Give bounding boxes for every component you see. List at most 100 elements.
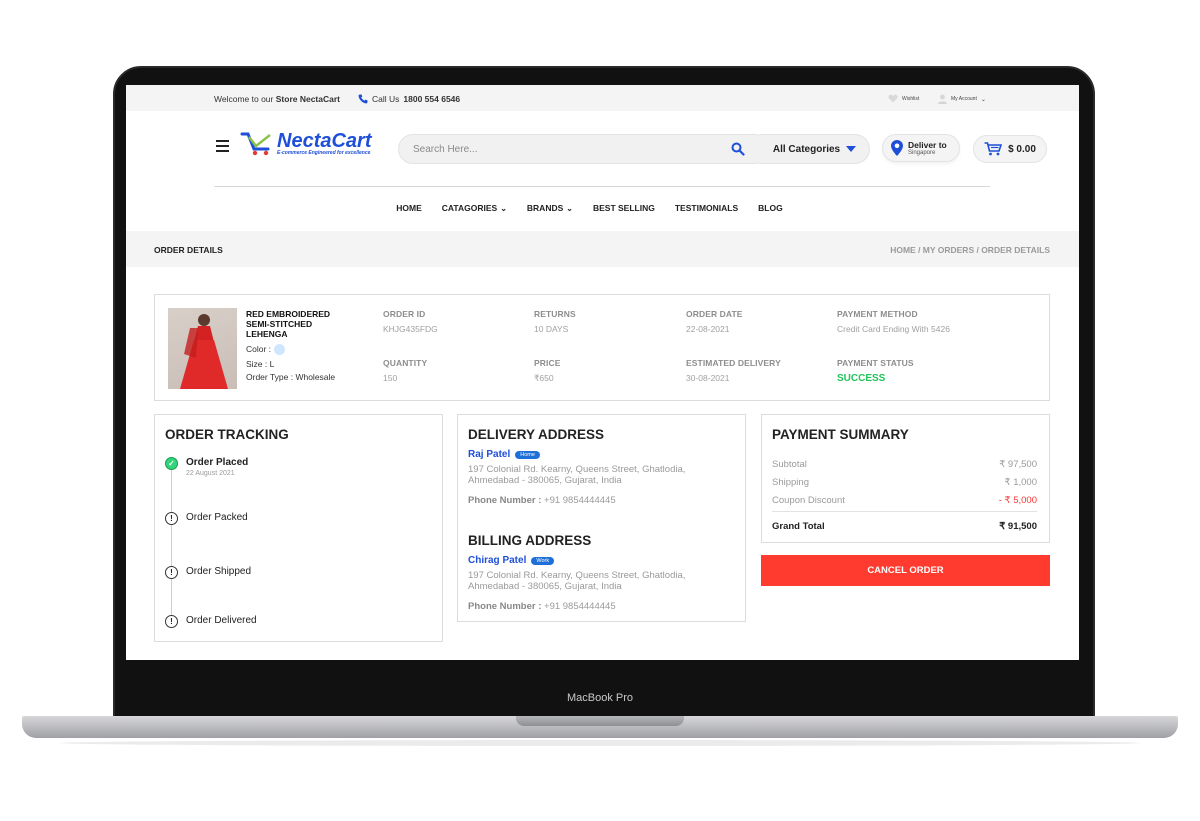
welcome-store: Store NectaCart [275, 94, 340, 104]
wishlist-link[interactable]: Wishlist [888, 94, 919, 103]
cart-logo-icon [240, 132, 271, 156]
field-order-id: ORDER ID KHJG435FDG [383, 309, 438, 334]
heart-icon [888, 94, 898, 103]
field-payment-method: PAYMENT METHOD Credit Card Ending With 54… [837, 309, 950, 334]
step-label: Order Shipped [186, 566, 252, 577]
brand-name: NectaCart [277, 130, 372, 152]
field-value: Credit Card Ending With 5426 [837, 324, 950, 334]
field-returns: RETURNS 10 DAYS [534, 309, 576, 334]
search-icon[interactable] [731, 142, 745, 156]
billing-name-text: Chirag Patel [468, 555, 527, 566]
delivery-phone: Phone Number : +91 9854444445 [468, 495, 616, 506]
cart-total: $ 0.00 [1008, 143, 1036, 155]
payment-summary-title: PAYMENT SUMMARY [772, 427, 909, 442]
field-label: PAYMENT METHOD [837, 309, 918, 319]
field-estimated-delivery: ESTIMATED DELIVERY 30-08-2021 [686, 358, 781, 383]
header: NectaCart E-commerce Engineered for exce… [126, 111, 1079, 187]
billing-address-title: BILLING ADDRESS [468, 533, 592, 548]
cart-button[interactable]: $ 0.00 [973, 135, 1047, 163]
payment-status-badge: SUCCESS [837, 373, 886, 384]
call-phone: 1800 554 6546 [403, 94, 461, 104]
product-image[interactable] [168, 308, 237, 389]
home-badge: Home [515, 450, 540, 459]
order-tracking-card: ORDER TRACKING ✓ Order Placed 22 August 2… [154, 414, 443, 642]
total-divider [772, 511, 1037, 512]
deliver-to-button[interactable]: Deliver to Singapore [882, 134, 960, 162]
cart-icon [984, 142, 1003, 156]
search-input[interactable]: Search Here... [413, 144, 477, 155]
field-label: RETURNS [534, 309, 576, 319]
tracking-line [171, 467, 172, 627]
pending-circle-icon: ! [165, 566, 178, 579]
field-value: 10 DAYS [534, 324, 569, 334]
deliver-location: Singapore [908, 150, 936, 156]
billing-name: Chirag Patel Work [468, 555, 555, 566]
step-date: 22 August 2021 [186, 470, 235, 477]
grand-total-row: Grand Total ₹ 91,500 [772, 521, 1037, 532]
nav-testimonials[interactable]: TESTIMONIALS [675, 203, 738, 213]
field-value: 30-08-2021 [686, 373, 730, 383]
product-name[interactable]: RED EMBROIDERED SEMI-STITCHED LEHENGA [246, 309, 356, 339]
lehenga-figure-icon [180, 314, 228, 389]
row-label: Coupon Discount [772, 495, 845, 506]
step-label: Order Delivered [186, 615, 257, 626]
pending-circle-icon: ! [165, 615, 178, 628]
tracking-step-shipped: ! Order Shipped [165, 566, 251, 579]
coupon-row: Coupon Discount - ₹ 5,000 [772, 495, 1037, 506]
field-label: ORDER ID [383, 309, 426, 319]
menu-icon[interactable] [216, 140, 229, 152]
color-swatch [274, 344, 286, 356]
nav-categories[interactable]: CATAGORIES ⌄ [442, 203, 507, 213]
deliver-title: Deliver to [908, 140, 947, 150]
brand-logo[interactable]: NectaCart E-commerce Engineered for exce… [240, 131, 371, 157]
field-label: PRICE [534, 358, 561, 368]
header-divider [214, 186, 990, 187]
shipping-row: Shipping ₹ 1,000 [772, 477, 1037, 488]
screen: Welcome to our Store NectaCart Call Us 1… [126, 85, 1079, 660]
row-value: ₹ 1,000 [1004, 477, 1037, 488]
field-label: ORDER DATE [686, 309, 743, 319]
page-title: ORDER DETAILS [154, 245, 223, 255]
nav-brands[interactable]: BRANDS ⌄ [527, 203, 573, 213]
location-pin-icon [891, 140, 903, 156]
product-summary-card: RED EMBROIDERED SEMI-STITCHED LEHENGA Co… [154, 294, 1050, 401]
wishlist-label: Wishlist [902, 95, 920, 102]
nav-blog[interactable]: BLOG [758, 203, 783, 213]
search-bar[interactable]: Search Here... [398, 134, 770, 164]
field-label: PAYMENT STATUS [837, 358, 914, 368]
delivery-address-lines: 197 Colonial Rd. Kearny, Queens Street, … [468, 464, 686, 486]
order-tracking-title: ORDER TRACKING [165, 427, 289, 442]
my-account-link[interactable]: My Account ⌄ [938, 94, 986, 104]
billing-address-lines: 197 Colonial Rd. Kearny, Queens Street, … [468, 570, 686, 592]
check-circle-icon: ✓ [165, 457, 178, 470]
tracking-step-placed: ✓ Order Placed 22 August 2021 [165, 457, 248, 477]
breadcrumb[interactable]: HOME / MY ORDERS / ORDER DETAILS [890, 245, 1050, 255]
field-payment-status: PAYMENT STATUS SUCCESS [837, 358, 914, 384]
welcome-prefix: Welcome to our [214, 94, 274, 104]
product-order-type: Order Type : Wholesale [246, 372, 336, 382]
call-prefix: Call Us [372, 94, 400, 104]
cancel-order-button[interactable]: CANCEL ORDER [761, 555, 1050, 586]
phone-label: Phone Number : [468, 495, 542, 506]
row-label: Subtotal [772, 459, 807, 470]
field-order-date: ORDER DATE 22-08-2021 [686, 309, 743, 334]
laptop-shadow [60, 740, 1140, 746]
total-value: ₹ 91,500 [999, 521, 1037, 532]
delivery-name-text: Raj Patel [468, 449, 511, 460]
field-value: 150 [383, 373, 398, 383]
call-us[interactable]: Call Us 1800 554 6546 [358, 94, 460, 104]
subtotal-row: Subtotal ₹ 97,500 [772, 459, 1037, 470]
pending-circle-icon: ! [165, 512, 178, 525]
phone-value: +91 9854444445 [544, 601, 616, 612]
row-value: ₹ 97,500 [999, 459, 1037, 470]
work-badge: Work [531, 556, 555, 565]
nav-best-selling[interactable]: BEST SELLING [593, 203, 655, 213]
nav-home[interactable]: HOME [396, 203, 422, 213]
phone-value: +91 9854444445 [544, 495, 616, 506]
address-card: DELIVERY ADDRESS Raj Patel Home 197 Colon… [457, 414, 746, 622]
welcome-text: Welcome to our Store NectaCart [214, 94, 340, 104]
laptop-notch [516, 716, 684, 726]
field-price: PRICE ₹650 [534, 358, 560, 384]
category-select[interactable]: All Categories [760, 134, 870, 164]
field-value: ₹650 [534, 373, 554, 383]
